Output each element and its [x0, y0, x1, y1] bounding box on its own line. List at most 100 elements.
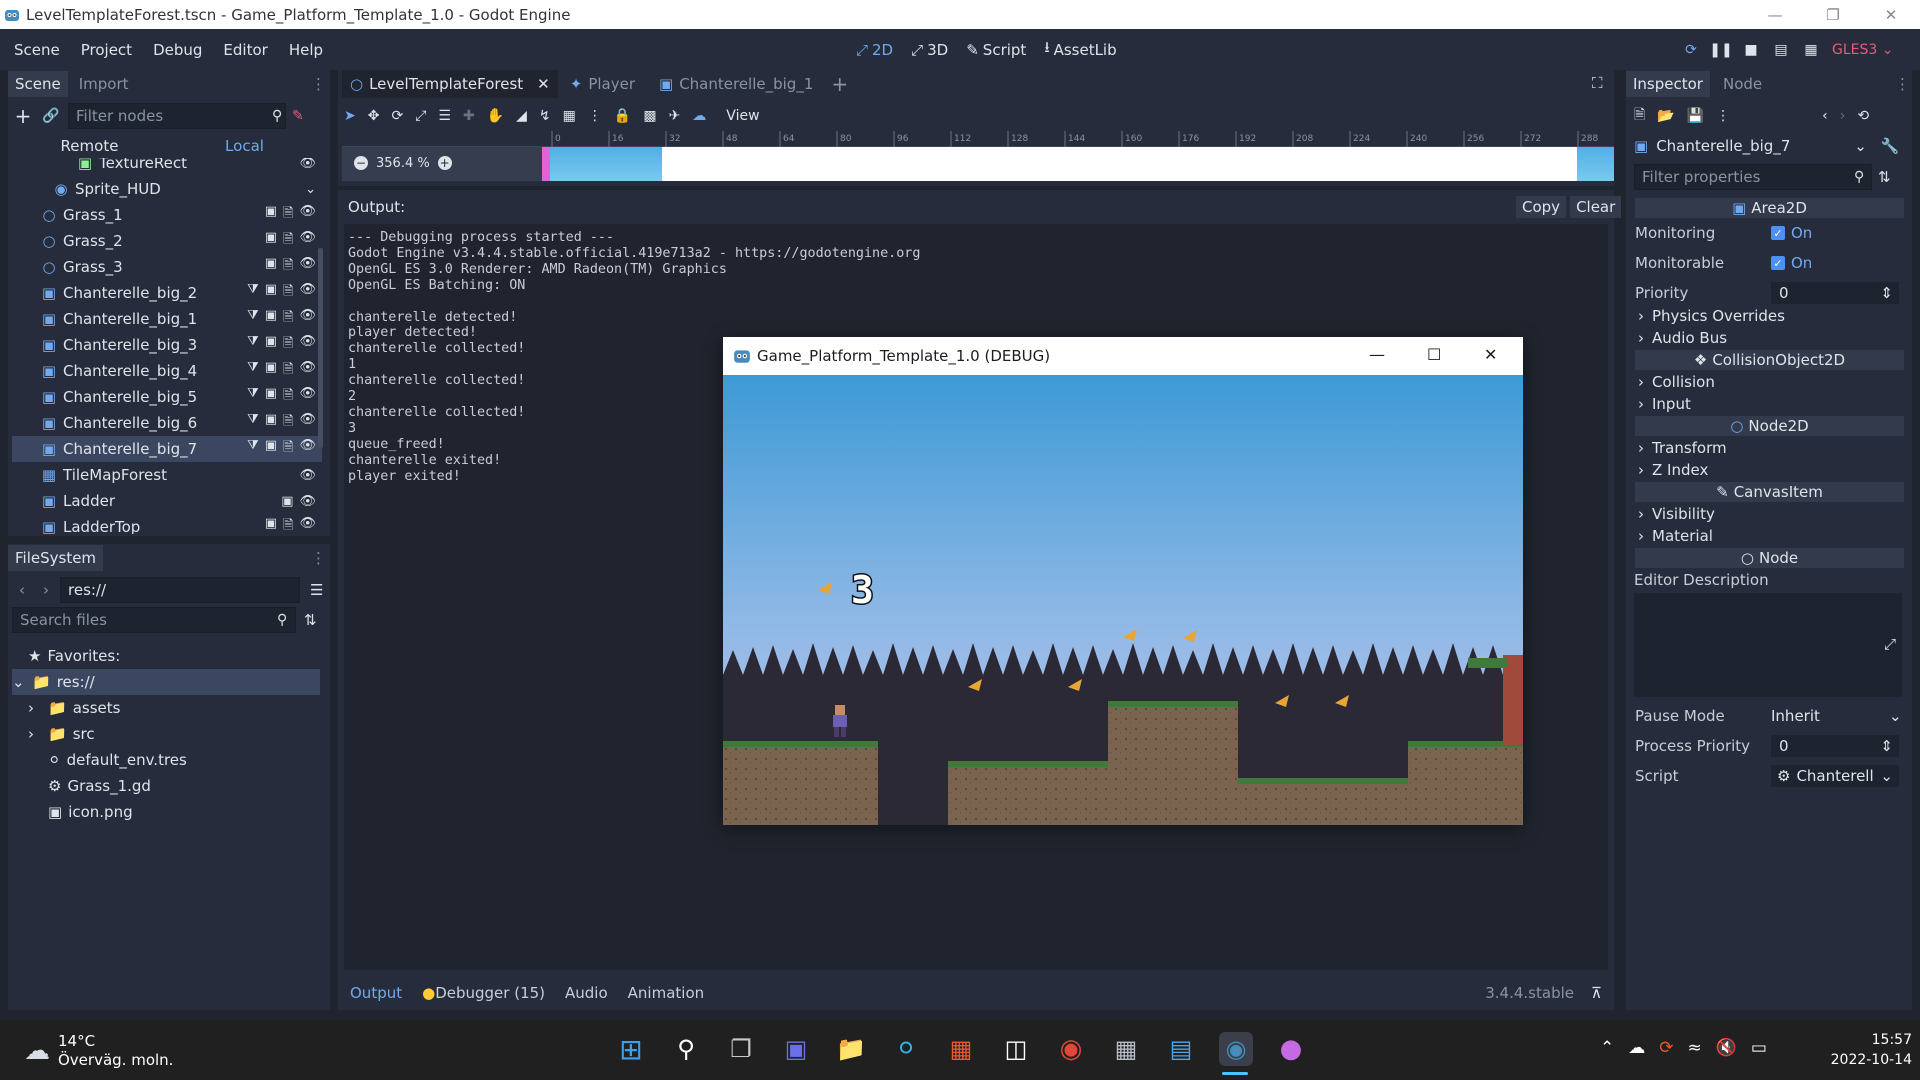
menu-scene[interactable]: Scene [7, 41, 67, 59]
group-collision[interactable]: › Collision [1638, 371, 1715, 393]
battery-icon[interactable]: ▭ [1751, 1038, 1767, 1058]
visibility-eye-icon[interactable]: 👁 [299, 334, 316, 356]
file-item-1[interactable]: › 📁 assets [28, 695, 338, 721]
group-transform[interactable]: › Transform [1638, 437, 1727, 459]
visibility-eye-icon[interactable]: 👁 [299, 308, 316, 330]
instance-icon[interactable]: ▣ [265, 230, 277, 252]
reload-icon[interactable]: ⟳ [1676, 42, 1706, 58]
group-audio-bus[interactable]: › Audio Bus [1638, 327, 1727, 349]
file-explorer-icon[interactable]: 📁 [834, 1032, 868, 1066]
tab-scene[interactable]: Scene [8, 71, 68, 97]
tab-output[interactable]: Output [350, 984, 402, 1002]
pan-mode-icon[interactable]: ✋ [487, 108, 504, 124]
instance-icon[interactable]: ▣ [265, 282, 277, 304]
rotate-mode-icon[interactable]: ⟳ [391, 108, 403, 124]
menu-help[interactable]: Help [282, 41, 330, 59]
minimize-button[interactable]: — [1746, 0, 1804, 29]
more-options-icon[interactable]: ⋮ [588, 108, 602, 124]
expand-icon[interactable]: ⤢ [1884, 635, 1896, 653]
instance-icon[interactable]: ▣ [265, 386, 277, 408]
weather-widget[interactable]: ☁ 14°C Överväg. moln. [24, 1032, 173, 1070]
filter-properties-input[interactable]: Filter properties ⚲ [1634, 164, 1872, 190]
scene-node-6[interactable]: ▣ Chanterelle_big_1 ⧩ ▣ 🗎 👁 [12, 306, 322, 332]
tab-audio[interactable]: Audio [565, 984, 608, 1002]
instance-icon[interactable]: ▣ [281, 494, 293, 509]
workspace-3d-button[interactable]: ⤢ 3D [905, 41, 954, 59]
ruler-mode-icon[interactable]: ◢ [516, 108, 527, 124]
stop-icon[interactable]: ■ [1736, 42, 1766, 58]
visibility-eye-icon[interactable]: 👁 [299, 468, 316, 483]
back-icon[interactable]: ‹ [12, 581, 32, 599]
split-view-icon[interactable]: ☰ [310, 581, 323, 599]
edge-icon[interactable]: ⚪ [889, 1032, 923, 1066]
search-icon[interactable]: ⚲ [669, 1032, 703, 1066]
clear-button[interactable]: Clear [1570, 196, 1622, 218]
pin-panel-icon[interactable]: ⊼ [1591, 984, 1602, 1002]
scene-node-10[interactable]: ▣ Chanterelle_big_6 ⧩ ▣ 🗎 👁 [12, 410, 322, 436]
color-app-icon[interactable]: ● [1274, 1032, 1308, 1066]
file-item-5[interactable]: ▣ icon.png [28, 799, 338, 825]
zoom-in-icon[interactable]: + [437, 156, 452, 170]
file-item-0[interactable]: ⌄ 📁 res:// [12, 669, 320, 695]
grid-snap-icon[interactable]: ▦ [563, 108, 576, 124]
game-viewport[interactable]: 3 [723, 375, 1523, 825]
script-icon[interactable]: 🗎 [283, 360, 293, 382]
scene-node-13[interactable]: ▣ Ladder ▣ 👁 [12, 488, 322, 514]
pause-mode-select[interactable]: Inherit ⌄ [1771, 707, 1902, 725]
signal-icon[interactable]: ⧩ [247, 412, 259, 434]
scene-node-11[interactable]: ▣ Chanterelle_big_7 ⧩ ▣ 🗎 👁 [12, 436, 322, 462]
restore-button[interactable]: ❐ [1804, 0, 1862, 29]
menu-debug[interactable]: Debug [146, 41, 209, 59]
attach-script-icon[interactable]: ✎ [292, 108, 304, 124]
renderer-select[interactable]: GLES3 ⌄ [1832, 42, 1893, 58]
instance-icon[interactable]: ▣ [265, 308, 277, 330]
search-files-input[interactable]: Search files ⚲ [12, 607, 296, 633]
clock[interactable]: 15:57 2022-10-14 [1816, 1030, 1912, 1070]
inspector-object-selector[interactable]: ▣ Chanterelle_big_7 ⌄ 🔧 [1634, 134, 1902, 158]
game-maximize-button[interactable]: ☐ [1427, 345, 1441, 364]
script-icon[interactable]: 🗎 [283, 256, 293, 278]
game-minimize-button[interactable]: — [1369, 345, 1385, 364]
resource-menu-icon[interactable]: ⋮ [1716, 108, 1730, 124]
group-z-index[interactable]: › Z Index [1638, 459, 1708, 481]
collapse-icon[interactable]: ⌄ [305, 182, 316, 197]
close-tab-icon[interactable]: ✕ [537, 75, 550, 93]
instance-scene-icon[interactable]: 🔗 [40, 108, 62, 124]
list-select-icon[interactable]: ☰ [438, 108, 451, 124]
play-custom-scene-icon[interactable]: ▦ [1796, 42, 1826, 58]
signal-icon[interactable]: ⧩ [247, 308, 259, 330]
chevron-right-icon[interactable]: › [28, 725, 42, 743]
dock-menu-icon[interactable]: ⋮ [311, 549, 326, 567]
script-icon[interactable]: 🗎 [283, 516, 293, 534]
instance-icon[interactable]: ▣ [265, 516, 277, 534]
play-scene-icon[interactable]: ▤ [1766, 42, 1796, 58]
priority-spinbox[interactable]: 0 ⇕ [1771, 282, 1899, 304]
scene-node-1[interactable]: ◉ Sprite_HUD ⌄ [12, 176, 322, 202]
script-icon[interactable]: 🗎 [283, 204, 293, 226]
save-resource-icon[interactable]: 💾 [1687, 108, 1704, 124]
group-visibility[interactable]: › Visibility [1638, 503, 1715, 525]
zoom-reset-button[interactable]: 356.4 % [376, 156, 430, 171]
bone-icon[interactable]: ✈ [669, 108, 681, 124]
local-button[interactable]: Local [167, 137, 322, 155]
volume-muted-icon[interactable]: 🔇 [1716, 1038, 1737, 1058]
scene-tree-scrollbar[interactable] [318, 248, 323, 448]
start-icon[interactable]: ⊞ [614, 1032, 648, 1066]
filter-nodes-input[interactable]: Filter nodes ⚲ [68, 103, 286, 129]
tab-inspector[interactable]: Inspector [1626, 71, 1710, 97]
object-properties-icon[interactable]: 🔧 [1881, 137, 1900, 155]
scene-node-8[interactable]: ▣ Chanterelle_big_4 ⧩ ▣ 🗎 👁 [12, 358, 322, 384]
editor-description-textarea[interactable]: ⤢ [1634, 593, 1902, 697]
signal-icon[interactable]: ⧩ [247, 386, 259, 408]
new-tab-icon[interactable]: + [831, 72, 848, 96]
sort-icon[interactable]: ⇅ [304, 611, 317, 629]
viewport-canvas[interactable]: − 356.4 % + [342, 147, 1614, 181]
tab-debugger[interactable]: ●Debugger (15) [422, 984, 545, 1002]
workspace-script-button[interactable]: ✎ Script [960, 41, 1032, 59]
visibility-eye-icon[interactable]: 👁 [299, 256, 316, 278]
file-item-4[interactable]: ⚙ Grass_1.gd [28, 773, 338, 799]
script-icon[interactable]: 🗎 [283, 386, 293, 408]
tab-player[interactable]: ✦ Player [558, 75, 647, 93]
menu-project[interactable]: Project [74, 41, 139, 59]
scene-node-9[interactable]: ▣ Chanterelle_big_5 ⧩ ▣ 🗎 👁 [12, 384, 322, 410]
